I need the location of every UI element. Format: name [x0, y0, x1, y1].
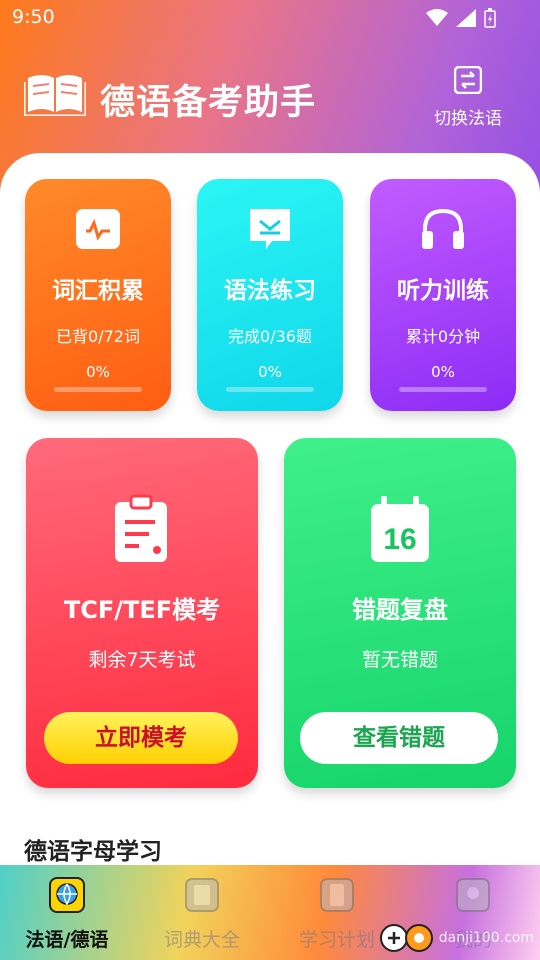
signal-icon: [456, 9, 476, 27]
progress-bar: [399, 387, 487, 392]
app-title: 德语备考助手: [100, 83, 317, 123]
mistake-review-title: 错题复盘: [352, 596, 448, 624]
book-icon: [185, 878, 219, 912]
switch-language-label: 切换法语: [434, 109, 502, 129]
watermark: danji100.com: [379, 922, 534, 954]
profile-icon: [456, 878, 490, 912]
calculator-icon: [320, 878, 354, 912]
clipboard-icon: [115, 494, 167, 562]
mistake-review-status: 暂无错题: [361, 649, 438, 671]
tab-dictionary[interactable]: 词典大全: [147, 877, 257, 952]
grammar-icon: [250, 209, 290, 249]
status-bar: 9:50: [0, 0, 540, 36]
globe-icon: [49, 877, 85, 913]
headphones-icon: [422, 208, 464, 249]
start-mock-exam-button[interactable]: 立即模考: [44, 712, 238, 764]
card-title: 听力训练: [397, 278, 489, 304]
swap-icon: [453, 65, 483, 95]
wifi-icon: [426, 9, 448, 26]
calendar-icon: 16: [371, 496, 429, 562]
watermark-text: danji100.com: [438, 930, 534, 946]
card-percent: 0%: [431, 363, 455, 381]
tab-label: 词典大全: [163, 929, 240, 951]
open-book-icon: [24, 75, 86, 116]
tab-label: 法语/德语: [25, 929, 109, 951]
bottom-tab-bar: 法语/德语 词典大全 学习计划 我的 danji100.com: [0, 865, 540, 960]
card-subtitle: 已背0/72词: [56, 327, 140, 346]
card-subtitle: 累计0分钟: [405, 327, 481, 346]
progress-bar: [54, 387, 142, 392]
card-percent: 0%: [258, 363, 282, 381]
card-subtitle: 完成0/36题: [228, 327, 312, 346]
mock-exam-card[interactable]: TCF/TEF模考 剩余7天考试 立即模考: [26, 438, 258, 788]
card-title: 语法练习: [224, 278, 316, 304]
switch-language-button[interactable]: 切换法语: [432, 65, 504, 129]
tab-label: 学习计划: [298, 929, 375, 951]
tab-language[interactable]: 法语/德语: [12, 877, 122, 952]
listening-card[interactable]: 听力训练 累计0分钟 0%: [370, 179, 516, 411]
grammar-card[interactable]: 语法练习 完成0/36题 0%: [197, 179, 343, 411]
watermark-logo-icon: [379, 924, 433, 952]
vocabulary-icon: [76, 209, 120, 249]
battery-icon: [484, 8, 496, 28]
mistake-review-card[interactable]: 16 错题复盘 暂无错题 查看错题: [284, 438, 516, 788]
card-percent: 0%: [86, 363, 110, 381]
mock-exam-title: TCF/TEF模考: [63, 596, 221, 624]
tab-study-plan[interactable]: 学习计划: [282, 877, 392, 952]
progress-bar: [226, 387, 314, 392]
card-title: 词汇积累: [52, 278, 144, 304]
status-time: 9:50: [12, 6, 55, 28]
calendar-day: 16: [383, 523, 416, 556]
section-title: 德语字母学习: [24, 839, 162, 865]
app-header: 德语备考助手 切换法语: [0, 60, 540, 150]
mock-exam-countdown: 剩余7天考试: [88, 649, 196, 671]
vocabulary-card[interactable]: 词汇积累 已背0/72词 0%: [25, 179, 171, 411]
view-mistakes-button[interactable]: 查看错题: [300, 712, 498, 764]
